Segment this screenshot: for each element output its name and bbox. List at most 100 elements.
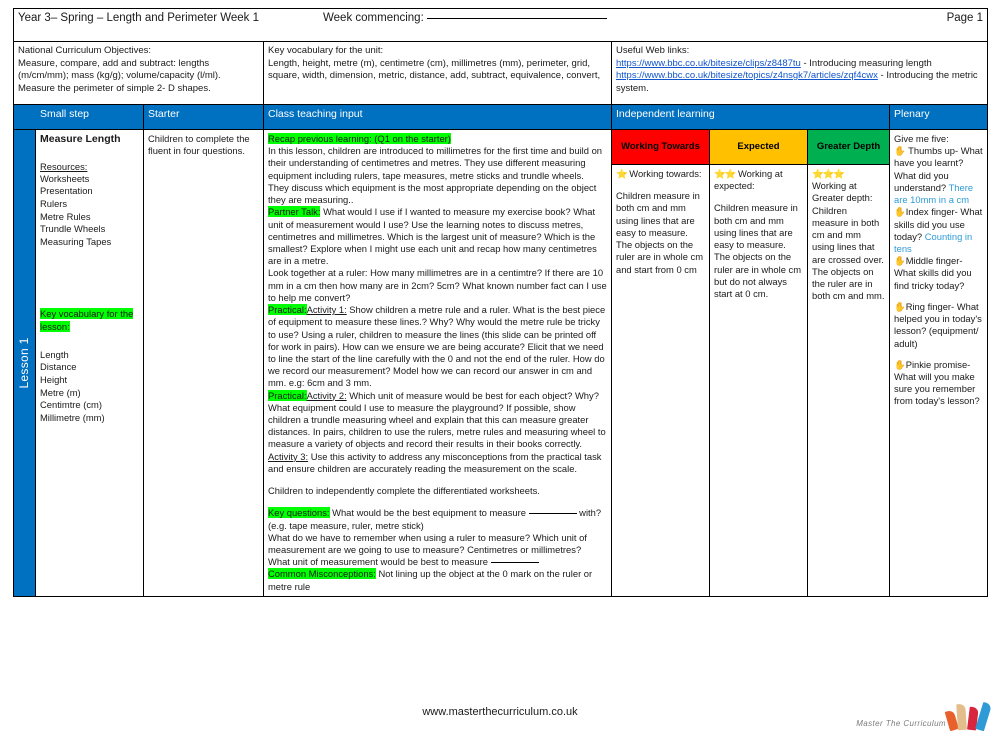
independent-note: Children to independently complete the d… (268, 485, 540, 497)
column-header-plenary: Plenary (888, 104, 989, 130)
plenary-item: ✋Middle finger- What skills did you find… (894, 255, 983, 292)
spine-header (13, 104, 36, 130)
weblinks-cell: Useful Web links: https://www.bbc.co.uk/… (610, 41, 989, 105)
starter-cell: Children to complete the fluent in four … (143, 129, 264, 597)
objectives-cell: National Curriculum Objectives: Measure,… (13, 41, 264, 105)
greater-depth-text: Children measure in both cm and mm using… (812, 204, 885, 302)
column-header-class-teaching: Class teaching input (263, 104, 612, 130)
lesson-spine-label: Lesson 1 (16, 337, 31, 389)
list-item: Worksheets (40, 172, 90, 184)
activity2-paragraph: Practical:Activity 2: Which unit of meas… (268, 389, 607, 451)
activity1-text: Show children a metre rule and a ruler. … (268, 304, 606, 389)
objectives-label: National Curriculum Objectives: (18, 45, 152, 56)
info-row: National Curriculum Objectives: Measure,… (13, 41, 989, 105)
blank-line (528, 512, 577, 515)
activity3-text: Use this activity to address any misconc… (268, 450, 602, 474)
list-item: Presentation (40, 185, 93, 197)
activity3-tag: Activity 3: (268, 450, 309, 462)
hand-icon: ✋ (894, 300, 906, 312)
key-questions-line1-a: What would be the best equipment to meas… (329, 507, 529, 519)
list-item: Measuring Tapes (40, 235, 112, 247)
band-heading-text: Working towards: (626, 168, 702, 179)
title-row: Year 3– Spring – Length and Perimeter We… (12, 8, 989, 42)
week-commencing-blank[interactable] (426, 17, 607, 19)
key-questions-paragraph: Key questions: What would be the best eq… (268, 507, 607, 531)
list-item: Rulers (40, 198, 68, 210)
working-towards-cell: ⭐ Working towards: Children measure in b… (611, 164, 710, 597)
band-header-greater-depth: Greater Depth (807, 129, 890, 165)
expected-cell: ⭐⭐ Working at expected: Children measure… (709, 164, 808, 597)
working-towards-text: Children measure in both cm and mm using… (616, 190, 704, 275)
expected-heading: ⭐⭐ Working at expected: (714, 168, 803, 192)
list-item: Centimtre (cm) (40, 399, 102, 411)
objectives-text: Measure, compare, add and subtract: leng… (18, 57, 221, 94)
list-item: Distance (40, 361, 77, 373)
resources-list: Worksheets Presentation Rulers Metre Rul… (40, 173, 139, 249)
plenary-cell: Give me five: ✋ Thumbs up- What have you… (888, 129, 989, 597)
vocabulary-label: Key vocabulary for the unit: (268, 45, 384, 56)
vocabulary-text: Length, height, metre (m), centimetre (c… (268, 57, 601, 82)
blank-line (490, 561, 539, 564)
plenary-item: ✋Index finger- What skills did you use t… (894, 206, 983, 255)
key-vocab-list: Length Distance Height Metre (m) Centimt… (40, 349, 139, 425)
misconceptions-tag: Common Misconceptions: (268, 568, 376, 580)
lesson-body-row: Lesson 1 Measure Length Resources: Works… (13, 129, 989, 597)
hand-icon: ✋ (894, 255, 906, 267)
plenary-item: ✋ Thumbs up- What have you learnt? What … (894, 145, 983, 206)
band-header-expected: Expected (709, 129, 808, 165)
ruler-paragraph: Look together at a ruler: How many milli… (268, 267, 607, 303)
key-questions-tag: Key questions: (268, 507, 330, 519)
column-header-starter: Starter (143, 104, 264, 130)
column-header-independent: Independent learning (611, 104, 890, 130)
key-vocab-label-wrap: Key vocabulary for the lesson: (40, 308, 139, 332)
key-vocab-label: Key vocabulary for the lesson: (40, 308, 134, 332)
key-questions-line3-paragraph: What unit of measurement would be best t… (268, 556, 607, 568)
hand-icon: ✋ (894, 145, 906, 157)
practical-tag-2: Practical: (268, 389, 307, 401)
activity1-tag: Activity 1: (306, 304, 347, 316)
misconceptions-paragraph: Common Misconceptions: Not lining up the… (268, 568, 607, 592)
key-questions-line3: What unit of measurement would be best t… (268, 556, 491, 568)
expected-text: Children measure in both cm and mm using… (714, 202, 802, 299)
list-item: Trundle Wheels (40, 223, 106, 235)
title-cell: Year 3– Spring – Length and Perimeter We… (12, 8, 989, 42)
key-questions-line2: What do we have to remember when using a… (268, 531, 587, 555)
activity3-paragraph: Activity 3: Use this activity to address… (268, 451, 607, 475)
resources-label: Resources: (40, 160, 88, 172)
plenary-prompt: Middle finger- What skills did you find … (894, 255, 972, 291)
plan-title: Year 3– Spring – Length and Perimeter We… (18, 12, 260, 24)
small-step-title: Measure Length (40, 133, 121, 145)
greater-depth-heading: ⭐⭐⭐ (812, 168, 885, 180)
plenary-item: ✋Pinkie promise- What will you make sure… (894, 359, 983, 408)
web-link-2[interactable]: https://www.bbc.co.uk/bitesize/topics/z4… (616, 70, 878, 81)
web-link-1[interactable]: https://www.bbc.co.uk/bitesize/clips/z84… (616, 58, 801, 69)
weblinks-label: Useful Web links: (616, 45, 690, 56)
working-towards-heading: ⭐ Working towards: (616, 168, 705, 180)
practical-tag-1: Practical: (268, 304, 307, 316)
small-step-cell: Measure Length Resources: Worksheets Pre… (35, 129, 144, 597)
greater-depth-cell: ⭐⭐⭐ Working at Greater depth: Children m… (807, 164, 890, 597)
activity1-paragraph: Practical:Activity 1: Show children a me… (268, 304, 607, 390)
list-item: Millimetre (mm) (40, 411, 105, 423)
lesson-plan-table: Year 3– Spring – Length and Perimeter We… (12, 8, 989, 597)
week-commencing-label: Week commencing: (323, 12, 424, 24)
plenary-intro: Give me five: (894, 133, 949, 144)
band-header-working-towards: Working Towards (611, 129, 710, 165)
plenary-prompt: Pinkie promise- What will you make sure … (894, 358, 980, 407)
class-teaching-cell: Recap previous learning: (Q1 on the star… (263, 129, 612, 597)
footer-website[interactable]: www.masterthecurriculum.co.uk (0, 706, 1000, 718)
page-footer: www.masterthecurriculum.co.uk Master The… (0, 700, 1000, 740)
plenary-item: ✋Ring finger- What helped you in today's… (894, 301, 983, 350)
brand-logo: Master The Curriculum (856, 700, 992, 732)
brand-logo-text: Master The Curriculum (856, 719, 946, 728)
vocabulary-cell: Key vocabulary for the unit: Length, hei… (263, 41, 612, 105)
recap-text: In this lesson, children are introduced … (268, 145, 603, 206)
lesson-spine: Lesson 1 (13, 129, 36, 597)
list-item: Metre Rules (40, 210, 91, 222)
star-icon: ⭐⭐⭐ (812, 168, 845, 179)
star-icon: ⭐⭐ (714, 168, 736, 179)
